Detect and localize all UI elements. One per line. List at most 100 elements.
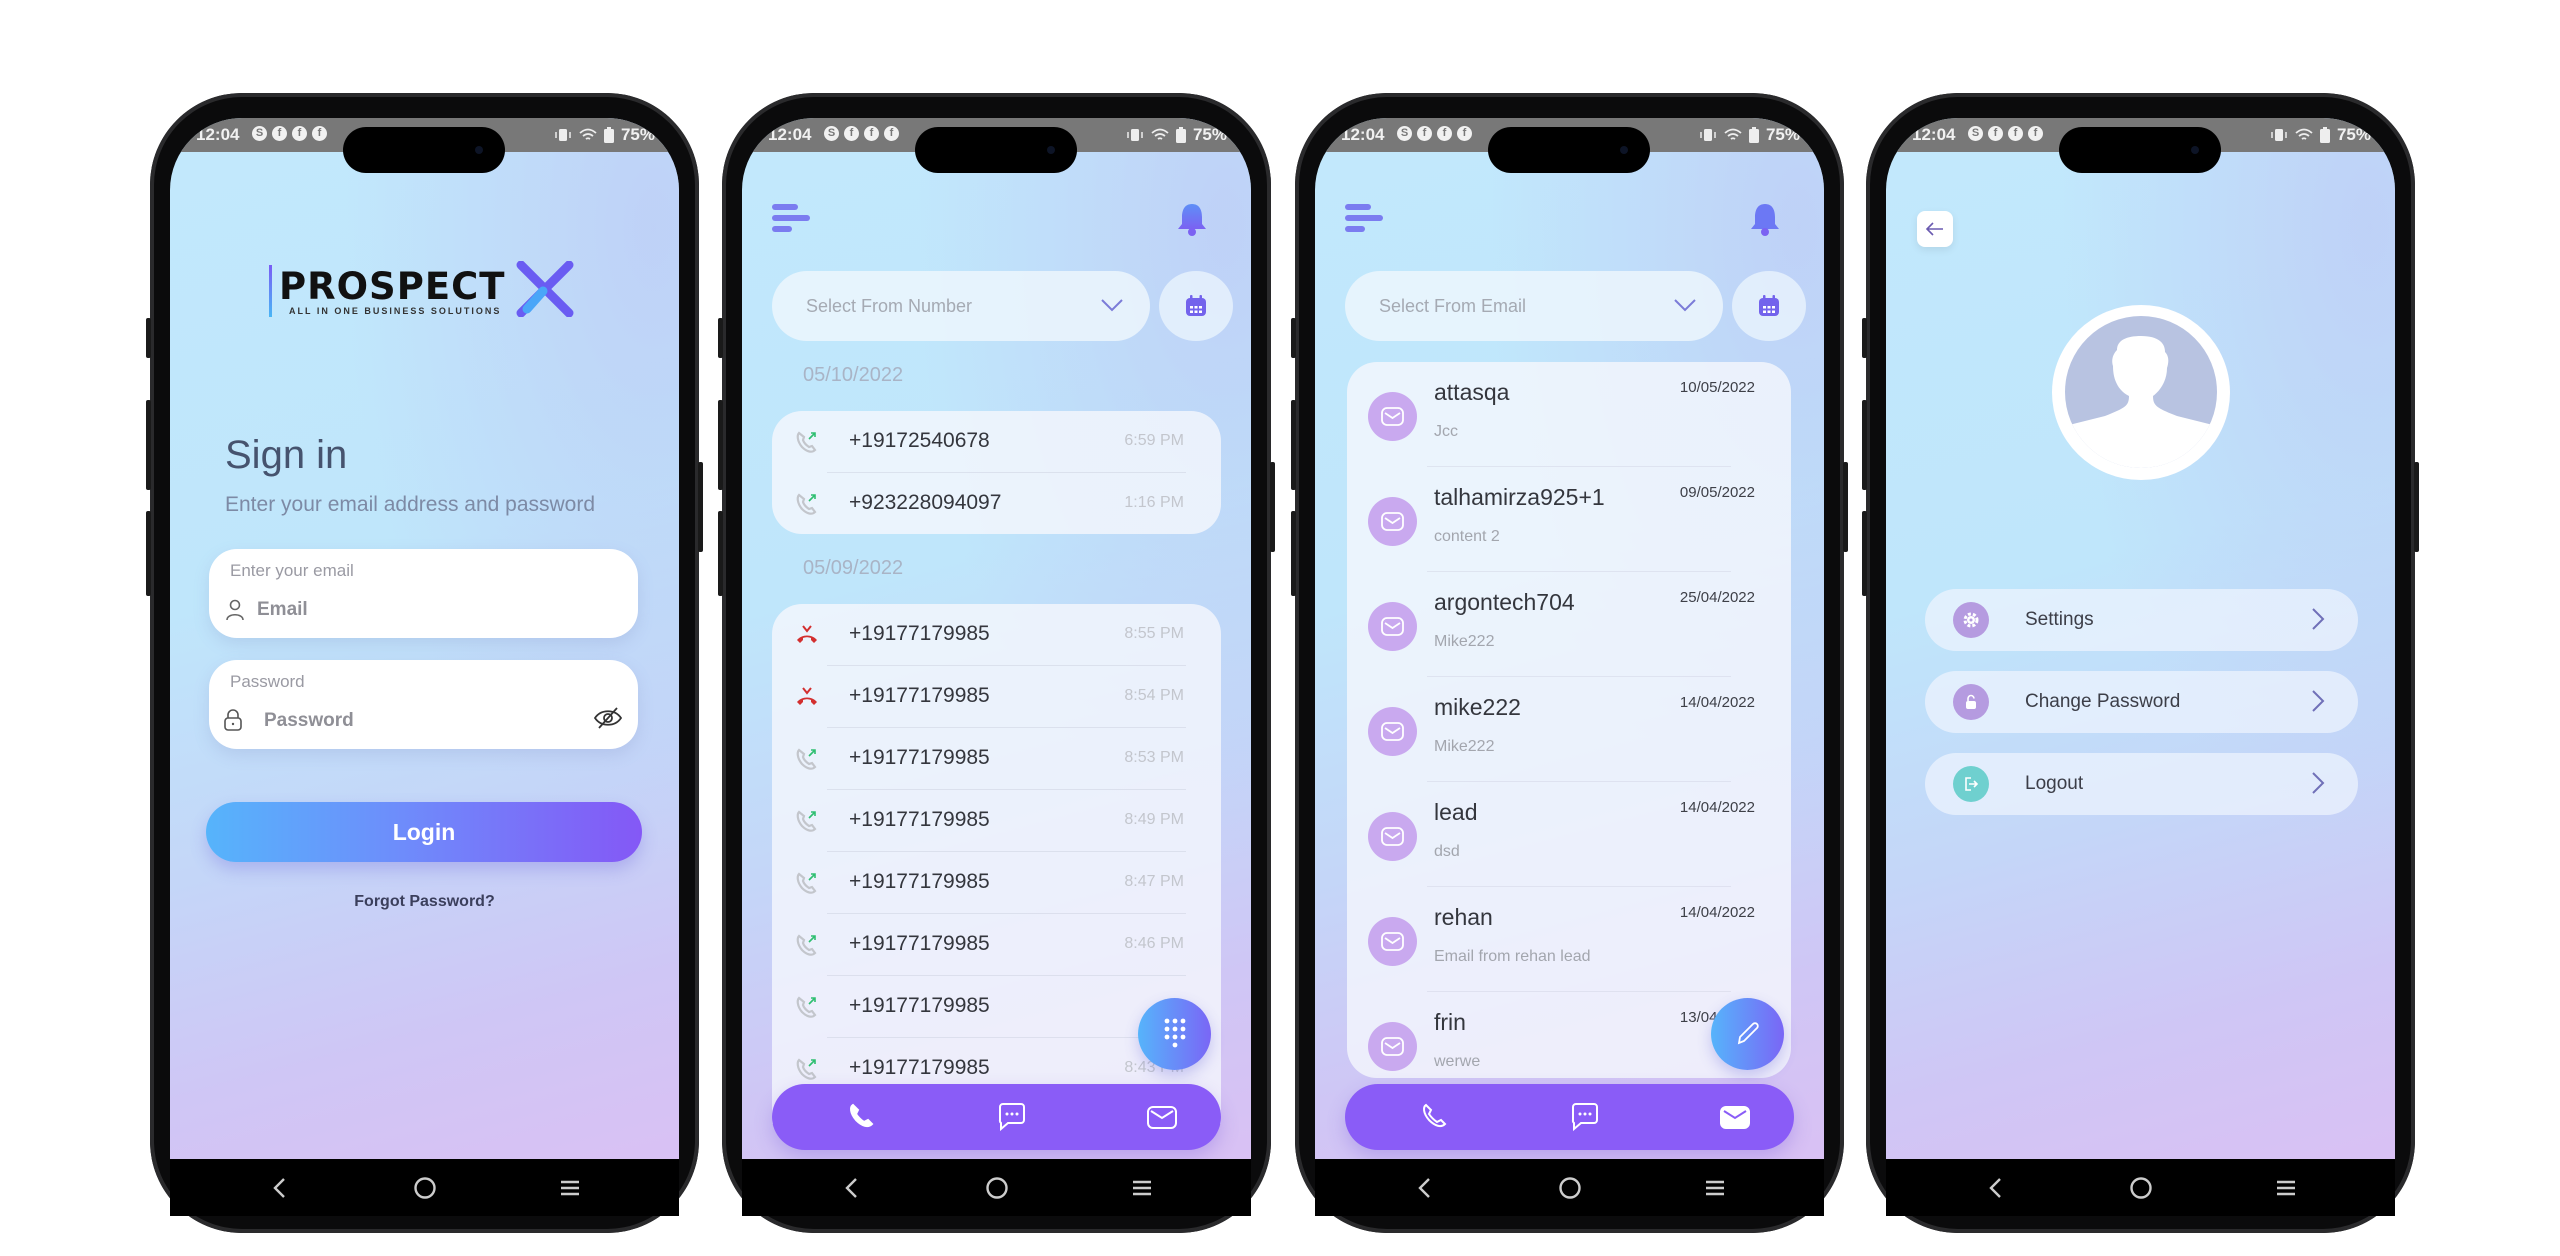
nav-home-icon[interactable] [410, 1173, 440, 1203]
nav-back-icon[interactable] [265, 1173, 295, 1203]
tab-phone-icon[interactable] [846, 1101, 878, 1133]
menu-icon-badge [1953, 684, 1989, 720]
call-log-row[interactable]: +19177179985 8:46 PM [772, 914, 1221, 976]
avatar[interactable] [2052, 305, 2230, 480]
back-button[interactable] [1917, 211, 1953, 247]
dialpad-button[interactable] [1138, 998, 1211, 1070]
email-avatar [1368, 812, 1417, 861]
call-log-row[interactable]: +19177179985 8:54 PM [772, 666, 1221, 728]
tab-mail-icon[interactable] [1146, 1101, 1178, 1133]
skype-icon: S [824, 126, 839, 141]
nav-recents-icon[interactable] [2271, 1173, 2301, 1203]
tab-chat-icon[interactable] [1569, 1101, 1601, 1133]
nav-home-icon[interactable] [2126, 1173, 2156, 1203]
email-list-item[interactable]: lead dsd 14/04/2022 [1347, 782, 1791, 887]
email-list-item[interactable]: mike222 Mike222 14/04/2022 [1347, 677, 1791, 782]
facebook-icon: f [2008, 126, 2023, 141]
battery-icon [2319, 127, 2330, 143]
call-time: 1:16 PM [1124, 494, 1184, 511]
nav-recents-icon[interactable] [1127, 1173, 1157, 1203]
dynamic-island [2059, 127, 2221, 173]
nav-back-icon[interactable] [1410, 1173, 1440, 1203]
side-button-left [718, 511, 723, 597]
menu-item-change-password[interactable]: Change Password [1925, 671, 2358, 733]
login-screen: PROSPECT ALL IN ONE BUSINESS SOLUTIONS S… [170, 118, 679, 1216]
nav-back-icon[interactable] [837, 1173, 867, 1203]
facebook-icon: f [312, 126, 327, 141]
battery-percent: 75% [620, 125, 655, 144]
email-date: 14/04/2022 [1679, 694, 1755, 711]
call-number: +19177179985 [849, 994, 990, 1017]
email-sender: lead [1434, 799, 1478, 825]
email-list-item[interactable]: rehan Email from rehan lead 14/04/2022 [1347, 887, 1791, 992]
email-preview: Mike222 [1434, 633, 1495, 650]
user-silhouette-icon [2065, 316, 2217, 468]
tab-mail-icon[interactable] [1719, 1101, 1751, 1133]
email-list-item[interactable]: attasqa Jcc 10/05/2022 [1347, 362, 1791, 467]
menu-item-logout[interactable]: Logout [1925, 753, 2358, 815]
menu-icon[interactable] [1345, 204, 1385, 232]
forgot-password-link[interactable]: Forgot Password? [170, 893, 679, 911]
facebook-icon: f [1457, 126, 1472, 141]
eye-off-icon[interactable] [593, 706, 623, 730]
calendar-button[interactable] [1732, 271, 1806, 341]
password-input[interactable]: Password [264, 710, 354, 732]
vibrate-icon [2271, 129, 2287, 141]
email-label: Enter your email [230, 561, 354, 580]
menu-item-settings[interactable]: Settings [1925, 589, 2358, 651]
password-field[interactable]: Password Password [209, 660, 638, 749]
facebook-icon: f [844, 126, 859, 141]
login-button[interactable]: Login [206, 802, 642, 862]
call-time: 8:55 PM [1124, 625, 1184, 642]
calendar-icon [1759, 295, 1779, 316]
arrow-left-icon [1925, 222, 1943, 236]
call-log-row[interactable]: +19177179985 8:53 PM [772, 728, 1221, 790]
call-log-row[interactable]: +19177179985 8:47 PM [772, 852, 1221, 914]
status-time: 12:04 [196, 125, 240, 144]
phone-login: PROSPECT ALL IN ONE BUSINESS SOLUTIONS S… [146, 93, 703, 1233]
call-time: 8:53 PM [1124, 749, 1184, 766]
email-avatar [1368, 497, 1417, 546]
compose-button[interactable] [1711, 998, 1784, 1070]
menu-icon[interactable] [772, 204, 812, 232]
mail-icon [1381, 932, 1404, 951]
call-number: +923228094097 [849, 491, 1002, 514]
email-select[interactable]: Select From Email [1345, 271, 1723, 341]
bell-icon[interactable] [1176, 202, 1208, 236]
status-time: 12:04 [1912, 125, 1956, 144]
email-input[interactable]: Email [257, 599, 308, 621]
email-list-card: attasqa Jcc 10/05/2022 talhamirza925+1 c… [1347, 362, 1791, 1078]
email-date: 10/05/2022 [1679, 379, 1755, 396]
notification-icons: Sfff [1397, 126, 1472, 141]
number-select[interactable]: Select From Number [772, 271, 1150, 341]
email-preview: content 2 [1434, 528, 1500, 545]
tab-chat-icon[interactable] [996, 1101, 1028, 1133]
nav-home-icon[interactable] [1555, 1173, 1585, 1203]
bell-icon[interactable] [1749, 202, 1781, 236]
call-log-row[interactable]: +19177179985 8:49 PM [772, 790, 1221, 852]
tab-phone-icon[interactable] [1419, 1101, 1451, 1133]
email-list-item[interactable]: talhamirza925+1 content 2 09/05/2022 [1347, 467, 1791, 572]
facebook-icon: f [1417, 126, 1432, 141]
nav-recents-icon[interactable] [1700, 1173, 1730, 1203]
nav-back-icon[interactable] [1981, 1173, 2011, 1203]
menu-icon-badge [1953, 602, 1989, 638]
side-button-right [1270, 462, 1275, 553]
email-field[interactable]: Enter your email Email [209, 549, 638, 638]
side-button-left [1291, 318, 1296, 359]
nav-recents-icon[interactable] [555, 1173, 585, 1203]
mail-icon [1381, 512, 1404, 531]
call-log-row[interactable]: +19177179985 8:55 PM [772, 604, 1221, 666]
dynamic-island [1488, 127, 1650, 173]
missed-call-icon [797, 687, 817, 705]
side-button-left [146, 318, 151, 359]
call-log-row[interactable]: +19172540678 6:59 PM [772, 411, 1221, 473]
calendar-button[interactable] [1159, 271, 1233, 341]
notification-icons: Sfff [1968, 126, 2043, 141]
side-button-right [2414, 462, 2419, 553]
email-list-item[interactable]: argontech704 Mike222 25/04/2022 [1347, 572, 1791, 677]
outgoing-call-icon [796, 996, 817, 1018]
number-select-placeholder: Select From Number [806, 296, 973, 316]
nav-home-icon[interactable] [982, 1173, 1012, 1203]
call-log-row[interactable]: +923228094097 1:16 PM [772, 473, 1221, 534]
